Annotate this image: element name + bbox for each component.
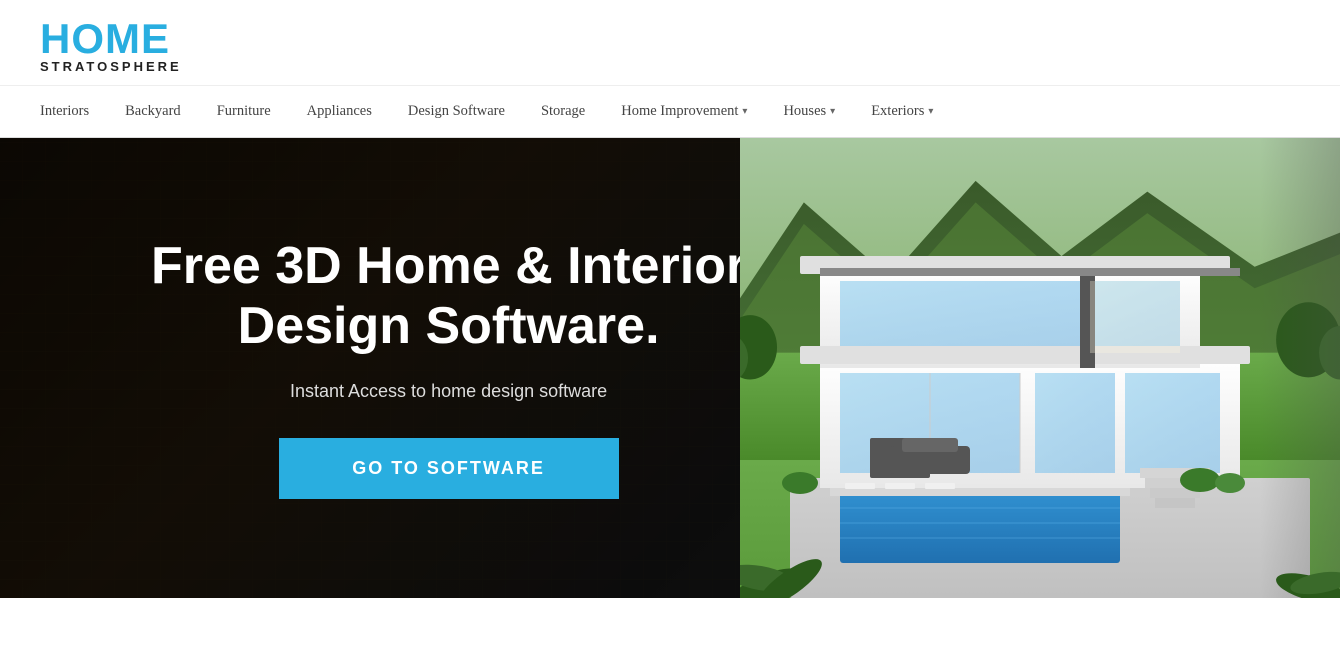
logo-stratosphere: STRATOSPHERE (40, 60, 182, 73)
main-nav: Interiors Backyard Furniture Appliances Desi… (0, 86, 1340, 138)
nav-label: Houses (783, 103, 826, 120)
nav-item-backyard[interactable]: Backyard (125, 103, 181, 120)
chevron-down-icon: ▾ (830, 106, 835, 117)
house-illustration (740, 138, 1340, 598)
nav-item-home-improvement[interactable]: Home Improvement ▾ (621, 103, 747, 120)
hero-title: Free 3D Home & Interior Design Software. (120, 237, 777, 357)
nav-label: Design Software (408, 103, 505, 120)
nav-item-furniture[interactable]: Furniture (217, 103, 271, 120)
hero-section: Free 3D Home & Interior Design Software.… (0, 138, 1340, 598)
go-to-software-button[interactable]: GO TO SOFTWARE (279, 438, 619, 499)
hero-subtitle: Instant Access to home design software (120, 381, 777, 402)
nav-item-appliances[interactable]: Appliances (307, 103, 372, 120)
nav-label: Storage (541, 103, 585, 120)
logo-home: HOME (40, 18, 182, 60)
nav-label: Home Improvement (621, 103, 738, 120)
nav-item-exteriors[interactable]: Exteriors ▾ (871, 103, 933, 120)
nav-label: Interiors (40, 103, 89, 120)
nav-label: Appliances (307, 103, 372, 120)
palm-left (740, 518, 860, 598)
nav-label: Backyard (125, 103, 181, 120)
palm-right (1240, 538, 1340, 598)
nav-item-storage[interactable]: Storage (541, 103, 585, 120)
chevron-down-icon: ▾ (742, 106, 747, 117)
nav-label: Exteriors (871, 103, 924, 120)
hero-house-image (740, 138, 1340, 598)
logo[interactable]: HOME STRATOSPHERE (40, 18, 182, 73)
chevron-down-icon: ▾ (928, 106, 933, 117)
nav-item-interiors[interactable]: Interiors (40, 103, 89, 120)
nav-item-design-software[interactable]: Design Software (408, 103, 505, 120)
hero-content: Free 3D Home & Interior Design Software.… (0, 237, 777, 499)
site-header: HOME STRATOSPHERE (0, 0, 1340, 86)
nav-label: Furniture (217, 103, 271, 120)
nav-item-houses[interactable]: Houses ▾ (783, 103, 835, 120)
